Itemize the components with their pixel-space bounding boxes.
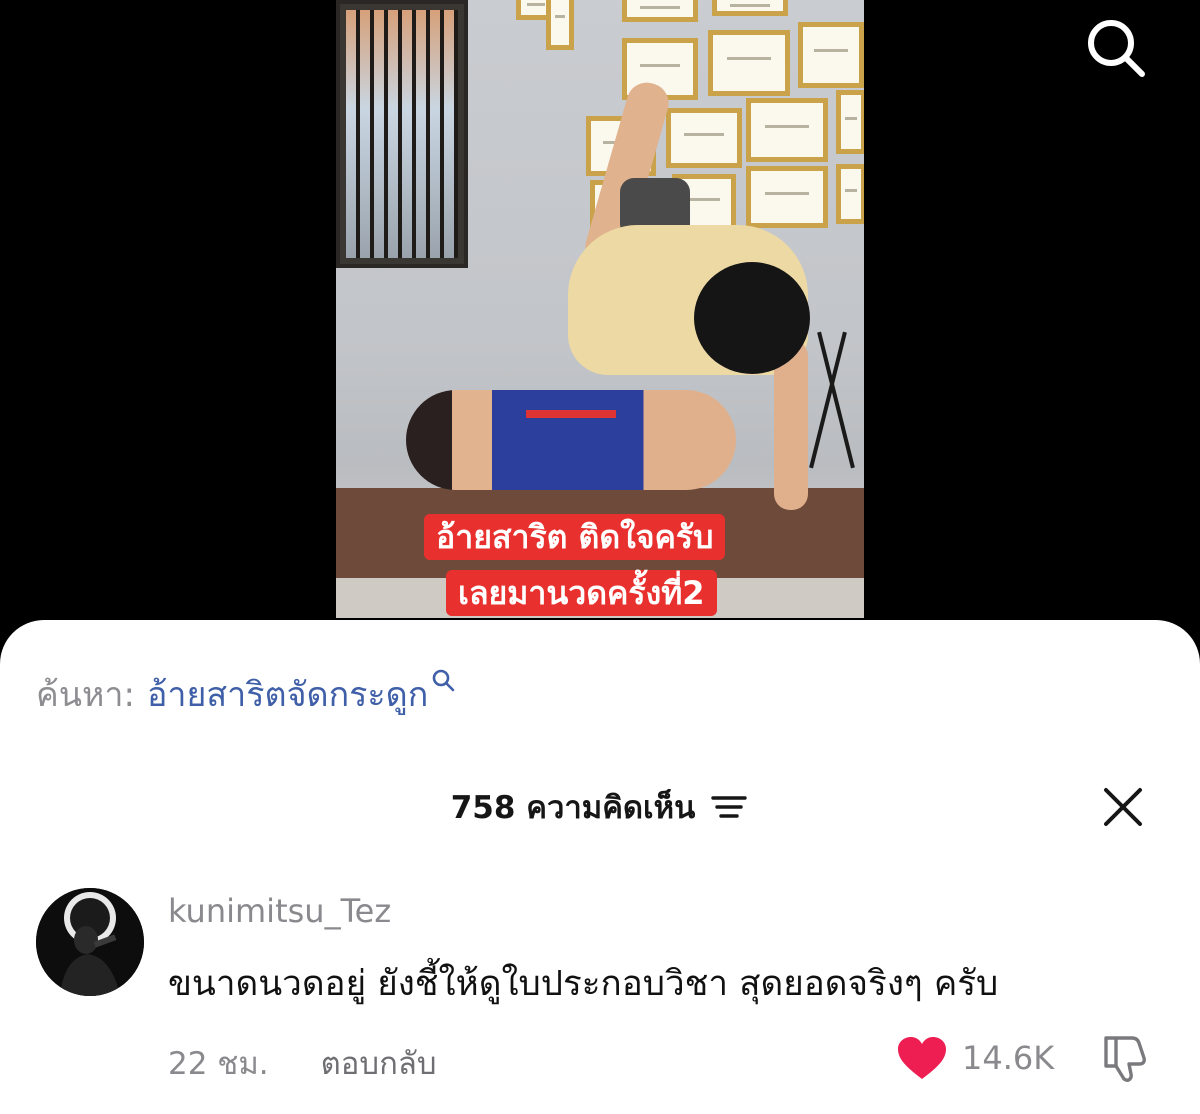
certificate-image (546, 0, 574, 50)
video-caption-line-1: อ้ายสาริต ติดใจครับ (424, 514, 726, 560)
search-suggestion-query[interactable]: อ้ายสาริตจัดกระดูก (147, 667, 428, 721)
comment-meta: 22 ชม. ตอบกลับ (168, 1038, 437, 1088)
video-player[interactable]: อ้ายสาริต ติดใจครับ เลยมานวดครั้งที่2 (0, 0, 1200, 660)
certificate-image (836, 90, 864, 154)
window-image (336, 0, 468, 268)
avatar[interactable] (36, 888, 144, 996)
search-icon[interactable] (1080, 12, 1152, 84)
comments-header: 758 ความคิดเห็น (0, 782, 1200, 832)
comment-text: ขนาดนวดอยู่ ยังชี้ให้ดูใบประกอบวิชา สุดย… (168, 964, 999, 1004)
certificate-image (708, 30, 790, 96)
search-suggestion[interactable]: ค้นหา: อ้ายสาริตจัดกระดูก (36, 666, 456, 722)
certificate-image (666, 108, 742, 168)
like-button[interactable]: 14.6K (896, 1032, 1054, 1084)
comments-sheet: ค้นหา: อ้ายสาริตจัดกระดูก 758 ความคิดเห็… (0, 620, 1200, 1114)
certificate-image (622, 0, 698, 22)
search-suggestion-prefix: ค้นหา: (36, 675, 135, 715)
search-icon (433, 669, 455, 692)
dislike-icon[interactable] (1098, 1030, 1154, 1086)
close-icon[interactable] (1098, 782, 1148, 832)
video-caption-line-2: เลยมานวดครั้งที่2 (446, 570, 717, 616)
comment-timestamp: 22 ชม. (168, 1046, 269, 1082)
certificate-image (836, 164, 864, 224)
certificate-image (746, 98, 828, 162)
head-image (694, 262, 810, 374)
person-lying-image (406, 390, 736, 490)
certificate-image (746, 166, 828, 228)
certificate-image (798, 22, 864, 88)
like-count: 14.6K (962, 1039, 1055, 1077)
sort-icon[interactable] (709, 792, 749, 822)
heart-icon (898, 1037, 946, 1079)
reply-button[interactable]: ตอบกลับ (321, 1038, 437, 1088)
comment-username[interactable]: kunimitsu_Tez (168, 892, 391, 930)
comments-count-title: 758 ความคิดเห็น (450, 790, 696, 826)
certificate-image (712, 0, 788, 16)
